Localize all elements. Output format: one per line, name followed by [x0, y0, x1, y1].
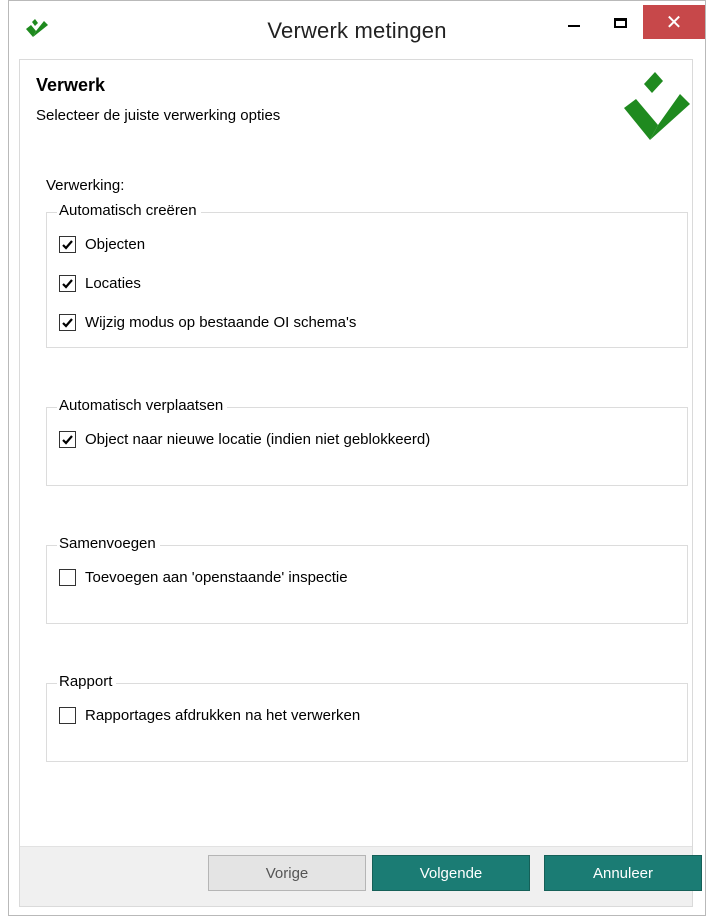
checkbox-toevoegen-inspectie[interactable]: Toevoegen aan 'openstaande' inspectie: [59, 569, 348, 586]
checkbox-wijzig-modus[interactable]: Wijzig modus op bestaande OI schema's: [59, 314, 356, 331]
checkbox-label: Locaties: [85, 275, 141, 292]
processing-label: Verwerking:: [46, 177, 125, 194]
dialog-window: Verwerk metingen ✕ Verwerk Selecteer de …: [8, 0, 706, 916]
checkbox-box[interactable]: [59, 314, 76, 331]
title-bar[interactable]: Verwerk metingen ✕: [9, 1, 705, 59]
page-heading: Verwerk: [36, 75, 106, 95]
back-button[interactable]: Vorige: [208, 855, 366, 891]
checkmark-icon: [62, 318, 73, 328]
checkbox-box[interactable]: [59, 275, 76, 292]
checkbox-locaties[interactable]: Locaties: [59, 275, 141, 292]
checkbox-box[interactable]: [59, 707, 76, 724]
minimize-button[interactable]: [551, 7, 597, 39]
maximize-icon: [613, 18, 627, 28]
group-legend: Samenvoegen: [57, 535, 160, 553]
checkbox-label: Wijzig modus op bestaande OI schema's: [85, 314, 357, 331]
checkbox-label: Objecten: [85, 236, 146, 253]
group-legend: Automatisch creëren: [57, 202, 201, 220]
checkbox-label: Toevoegen aan 'openstaande' inspectie: [85, 569, 348, 586]
checkbox-object-naar-locatie[interactable]: Object naar nieuwe locatie (indien niet …: [59, 431, 430, 448]
checkbox-label: Object naar nieuwe locatie (indien niet …: [85, 431, 431, 448]
next-button[interactable]: Volgende: [372, 855, 530, 891]
checkbox-rapportages[interactable]: Rapportages afdrukken na het verwerken: [59, 707, 360, 724]
page-subheading: Selecteer de juiste verwerking opties: [36, 107, 281, 124]
cancel-button[interactable]: Annuleer: [544, 855, 702, 891]
close-icon: ✕: [665, 11, 683, 34]
checkbox-label: Rapportages afdrukken na het verwerken: [85, 707, 361, 724]
maximize-button[interactable]: [597, 7, 643, 39]
group-legend: Rapport: [57, 673, 117, 691]
checkbox-box[interactable]: [59, 431, 76, 448]
checkbox-box[interactable]: [59, 569, 76, 586]
checkmark-icon: [62, 435, 73, 445]
button-bar: Vorige Volgende Annuleer: [20, 846, 702, 906]
group-auto-move: Automatisch verplaatsen Object naar nieu…: [46, 397, 688, 486]
checkmark-icon: [62, 240, 73, 250]
close-button[interactable]: ✕: [643, 5, 705, 39]
minimize-icon: [568, 25, 580, 27]
checkmark-icon: [62, 279, 73, 289]
checkmark-logo-icon: [624, 72, 690, 140]
group-merge: Samenvoegen Toevoegen aan 'openstaande' …: [46, 535, 688, 624]
dialog-content: Verwerk Selecteer de juiste verwerking o…: [19, 59, 702, 907]
checkbox-objecten[interactable]: Objecten: [59, 236, 145, 253]
group-report: Rapport Rapportages afdrukken na het ver…: [46, 673, 688, 762]
group-legend: Automatisch verplaatsen: [57, 397, 228, 415]
checkbox-box[interactable]: [59, 236, 76, 253]
group-auto-create: Automatisch creëren Objecten Locaties Wi…: [46, 202, 688, 348]
